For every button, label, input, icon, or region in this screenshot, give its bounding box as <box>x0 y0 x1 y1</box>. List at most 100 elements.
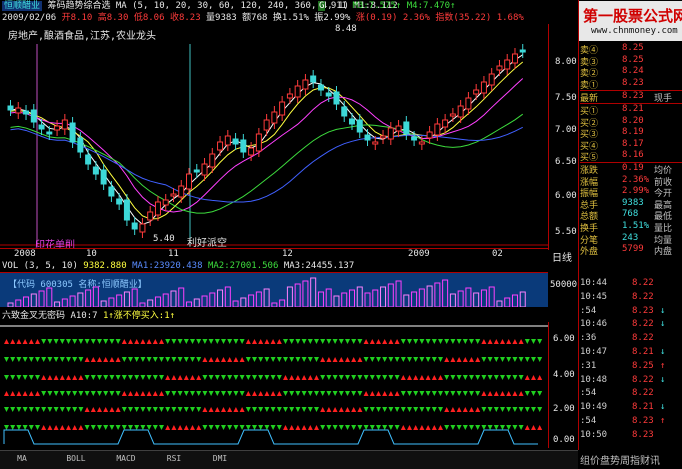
signal-triangle <box>400 375 406 380</box>
tick-row[interactable]: 10:48 8.22 ↓ <box>580 375 682 387</box>
candle-body <box>286 93 293 99</box>
signal-triangle <box>103 425 109 430</box>
candlestick-chart[interactable] <box>0 24 548 246</box>
tick-list[interactable]: 10:44 8.22 10:45 8.22 :54 8.23 ↓ 10:46 8.22 ↓ :36 8… <box>580 278 682 446</box>
quote-value: 2.36% <box>622 174 650 185</box>
tick-row[interactable]: 10:44 8.22 <box>580 278 682 290</box>
candle-body <box>294 85 301 98</box>
x-axis: 2008 10 11 12 2009 02 <box>0 248 548 261</box>
indicator-signal: 1↑涨不停买入:1↑ <box>102 311 176 321</box>
signal-triangle <box>419 391 425 396</box>
signal-triangle <box>140 407 146 412</box>
signal-triangle <box>109 375 115 380</box>
stock-name[interactable]: 恒顺醋业 <box>2 1 43 11</box>
vol-ma3: MA3:24455.137 <box>283 261 355 271</box>
signal-triangle <box>140 357 146 362</box>
signal-triangle <box>53 425 59 430</box>
signal-triangle <box>320 425 326 430</box>
signal-triangle <box>332 391 338 396</box>
signal-triangle <box>252 425 257 430</box>
signal-triangle <box>146 357 152 362</box>
signal-triangle <box>66 407 71 412</box>
signal-triangle <box>369 391 375 396</box>
signal-triangle <box>493 425 499 430</box>
tick-row[interactable]: 10:50 8.23 <box>580 430 682 442</box>
signal-triangle <box>332 357 338 362</box>
volume-bar <box>23 296 30 307</box>
tab-macd[interactable]: MACD <box>110 452 142 466</box>
signal-triangle <box>431 425 437 430</box>
tick-time: :54 <box>580 305 597 316</box>
signal-triangle <box>4 357 9 362</box>
panel-tabs[interactable]: 组价盘势周指财讯 <box>580 452 682 467</box>
signal-triangle <box>301 339 307 344</box>
volume-bar <box>147 299 154 307</box>
signal-triangle <box>283 391 288 396</box>
signal-triangle <box>196 339 202 344</box>
candle-body <box>240 139 247 153</box>
change-pct-value: 2.36% <box>402 13 430 23</box>
signal-triangle <box>276 339 282 344</box>
candle-body <box>519 49 526 53</box>
signal-triangle <box>177 375 183 380</box>
tab-rsi[interactable]: RSI <box>160 452 188 466</box>
tick-direction: ↓ <box>660 305 666 316</box>
signal-triangle <box>152 375 158 380</box>
signal-triangle <box>59 375 65 380</box>
indicator-chart[interactable] <box>0 322 548 448</box>
tick-row[interactable]: :54 8.23 ↓ <box>580 306 682 318</box>
signal-triangle <box>500 391 505 396</box>
signal-triangle <box>22 391 28 396</box>
tick-row[interactable]: 10:45 8.22 <box>580 292 682 304</box>
tick-row[interactable]: :31 8.25 ↑ <box>580 361 682 373</box>
signal-triangle <box>345 375 350 380</box>
signal-triangle <box>146 391 152 396</box>
signal-triangle <box>202 407 208 412</box>
tick-row[interactable]: :36 8.22 <box>580 333 682 345</box>
signal-triangle <box>221 357 226 362</box>
tab-dmi[interactable]: DMI <box>206 452 234 466</box>
tick-row[interactable]: 10:47 8.21 ↓ <box>580 347 682 359</box>
signal-triangle <box>413 425 419 430</box>
signal-triangle <box>382 339 388 344</box>
tick-row[interactable]: 10:49 8.21 ↓ <box>580 402 682 414</box>
close-value: 收8.23 <box>169 13 201 23</box>
candle-body <box>248 147 255 156</box>
sell-row: 卖① 8.23 <box>580 78 682 91</box>
signal-triangle <box>72 407 78 412</box>
signal-triangle <box>524 375 530 380</box>
volume-panel[interactable]: 【代码 600305 名称:恒顺醋业】 <box>0 272 548 307</box>
signal-triangle <box>481 425 487 430</box>
signal-triangle <box>90 407 96 412</box>
tick-row[interactable]: :54 8.23 ↑ <box>580 416 682 428</box>
signal-triangle <box>16 357 22 362</box>
signal-triangle <box>469 375 474 380</box>
signal-triangle <box>22 357 28 362</box>
signal-triangle <box>425 357 431 362</box>
volume-bar <box>108 297 115 307</box>
signal-triangle <box>84 375 90 380</box>
formula-name[interactable]: 筹码趋势综合选 <box>47 1 110 11</box>
tab-boll[interactable]: BOLL <box>60 452 92 466</box>
vol-header: VOL (3, 5, 10) 9382.880 MA1:23920.438 MA… <box>2 261 354 272</box>
volume-bars <box>7 277 526 307</box>
candle-body <box>480 81 487 94</box>
signal-triangle <box>10 357 16 362</box>
tick-time: 10:46 <box>580 319 608 330</box>
tick-row[interactable]: 10:46 8.22 ↓ <box>580 319 682 331</box>
tab-ma[interactable]: MA <box>8 452 36 466</box>
signal-triangle <box>438 375 443 380</box>
volume-bar <box>356 286 363 307</box>
signal-triangle <box>425 391 431 396</box>
tick-row[interactable]: :54 8.22 <box>580 388 682 400</box>
signal-triangle <box>475 375 481 380</box>
signal-triangle <box>481 391 487 396</box>
signal-triangle <box>146 407 152 412</box>
signal-triangle <box>506 339 512 344</box>
signal-triangle <box>97 407 102 412</box>
signal-triangle <box>481 357 487 362</box>
order-book: 卖④ 8.25 卖③ 8.25 卖② 8.24 卖① 8.23 最新 8.23 现手 买① 8.21 买②… <box>580 43 682 273</box>
signal-triangle <box>314 357 319 362</box>
period-daily[interactable]: 日线 <box>552 249 572 264</box>
candle-body <box>511 53 518 64</box>
